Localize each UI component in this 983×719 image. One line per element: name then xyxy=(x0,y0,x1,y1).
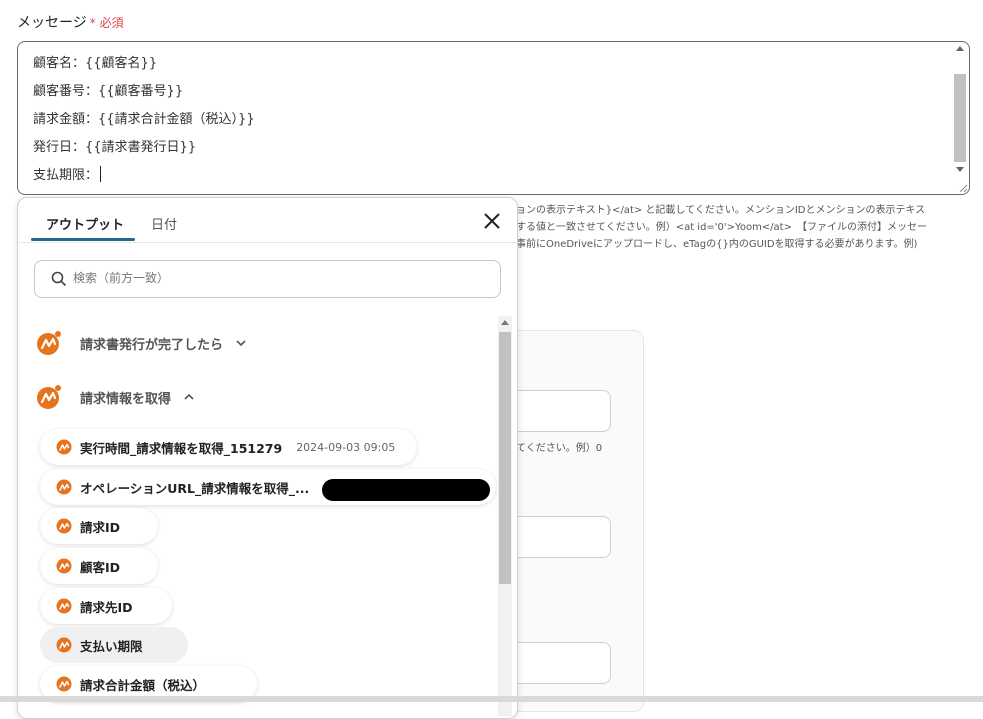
yoom-logo-icon xyxy=(56,479,72,495)
scrollbar-thumb[interactable] xyxy=(954,74,966,162)
text-caret xyxy=(100,166,102,182)
active-tab-indicator xyxy=(31,238,135,241)
tab-output[interactable]: アウトプット xyxy=(46,214,124,233)
yoom-logo-icon xyxy=(56,637,72,653)
redacted-value xyxy=(322,479,490,501)
tab-date[interactable]: 日付 xyxy=(151,214,177,233)
search-input[interactable] xyxy=(71,270,475,286)
output-item-value: 2024-09-03 09:05 xyxy=(296,440,396,454)
output-item-label: 請求合計金額（税込） xyxy=(80,677,206,693)
message-textarea[interactable]: 顧客名：{{顧客名}} 顧客番号：{{顧客番号}} 請求金額：{{請求合計金額（… xyxy=(17,41,970,195)
yoom-logo-icon xyxy=(37,331,61,355)
output-picker-panel: アウトプット 日付 請求書発行が完了したら 請求情報を取得 xyxy=(17,197,518,719)
help-line: する値と一致させてください。例）<at id='0'>Yoom</at> 【ファ… xyxy=(516,222,927,233)
close-icon[interactable] xyxy=(481,210,503,232)
message-lines: 顧客名：{{顧客名}} 顧客番号：{{顧客番号}} 請求金額：{{請求合計金額（… xyxy=(33,54,255,194)
yoom-logo-icon xyxy=(56,676,72,692)
required-indicator: * 必須 xyxy=(90,16,124,30)
message-line: 顧客名：{{顧客名}} xyxy=(33,56,158,71)
scrollbar-thumb[interactable] xyxy=(499,332,511,584)
help-text: ョンの表示テキスト}</at> と記載してください。メンションIDとメンションの… xyxy=(516,202,981,253)
scroll-up-arrow-icon[interactable] xyxy=(956,46,964,51)
message-line: 発行日：{{請求書発行日}} xyxy=(33,140,197,155)
message-line: 支払期限： xyxy=(33,168,99,183)
field-label-text: メッセージ xyxy=(17,15,87,31)
output-item-chip[interactable]: 実行時間_請求情報を取得_151279 2024-09-03 09:05 xyxy=(40,429,417,465)
resize-grip-icon[interactable] xyxy=(958,183,968,193)
yoom-logo-icon xyxy=(56,558,72,574)
output-item-label: 支払い期限 xyxy=(80,638,143,654)
background-note: てください。例）0 xyxy=(516,443,603,454)
yoom-logo-icon xyxy=(56,598,72,614)
help-line: ョンの表示テキスト}</at> と記載してください。メンションIDとメンションの… xyxy=(516,205,926,216)
required-text: 必須 xyxy=(99,16,124,30)
output-item-label: 実行時間_請求情報を取得_151279 xyxy=(80,440,283,456)
panel-tabs: アウトプット 日付 xyxy=(18,198,517,243)
yoom-logo-icon xyxy=(56,439,72,455)
list-scrollbar[interactable] xyxy=(498,316,512,716)
message-line: 請求金額：{{請求合計金額（税込）}} xyxy=(33,112,255,127)
yoom-logo-icon xyxy=(37,385,61,409)
output-item-label: 請求ID xyxy=(80,519,121,535)
window-bottom-edge xyxy=(0,696,983,702)
scroll-down-arrow-icon[interactable] xyxy=(956,167,964,172)
output-item-label: オペレーションURL_請求情報を取得_... xyxy=(80,480,310,496)
search-icon xyxy=(51,271,67,287)
help-line: 事前にOneDriveにアップロードし、eTagの{}内のGUIDを取得する必要… xyxy=(516,239,918,250)
output-item-chip[interactable]: 請求先ID xyxy=(40,588,172,624)
field-label: メッセージ * 必須 xyxy=(17,12,124,32)
group-label: 請求情報を取得 xyxy=(80,391,172,407)
search-field[interactable] xyxy=(34,260,501,298)
message-line: 顧客番号：{{顧客番号}} xyxy=(33,84,184,99)
group-label: 請求書発行が完了したら xyxy=(80,337,224,353)
scroll-up-arrow-icon[interactable] xyxy=(501,320,509,325)
output-item-label: 請求先ID xyxy=(80,599,133,615)
message-line-current: 支払期限： xyxy=(33,166,255,194)
output-item-chip[interactable]: 請求ID xyxy=(40,508,158,544)
output-item-label: 顧客ID xyxy=(80,559,121,575)
chevron-down-icon xyxy=(236,340,246,347)
output-item-chip[interactable]: 支払い期限 xyxy=(40,627,188,663)
yoom-logo-icon xyxy=(56,518,72,534)
chevron-up-icon xyxy=(184,393,194,400)
required-mark: * xyxy=(89,16,96,30)
textarea-scrollbar[interactable] xyxy=(953,44,967,190)
output-item-chip[interactable]: 顧客ID xyxy=(40,548,158,584)
group-trigger[interactable]: 請求書発行が完了したら xyxy=(36,328,247,358)
group-get-invoice[interactable]: 請求情報を取得 xyxy=(36,382,195,412)
